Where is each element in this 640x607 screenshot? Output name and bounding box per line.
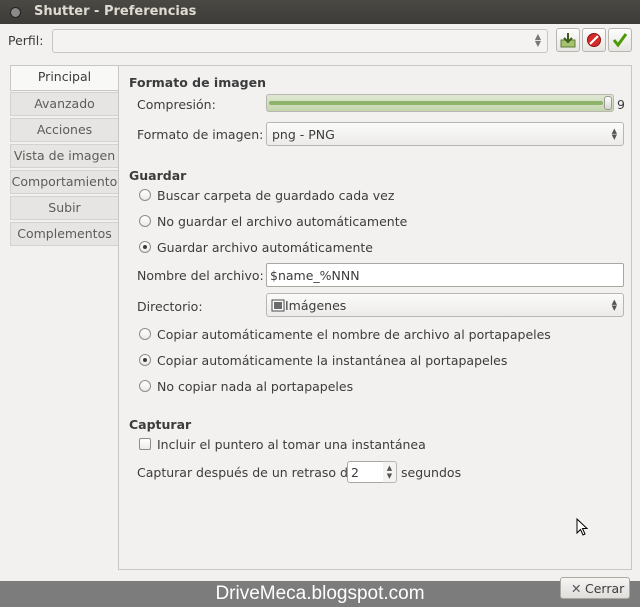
tab-avanzado[interactable]: Avanzado — [10, 92, 118, 116]
filename-input[interactable]: $name_%NNN — [266, 263, 624, 287]
tab-vista-de-imagen[interactable]: Vista de imagen — [10, 144, 118, 168]
title-bar: Shutter - Preferencias — [0, 0, 640, 24]
capture-section-title: Capturar — [129, 417, 192, 432]
radio-autosave[interactable] — [139, 241, 151, 253]
radio-no-autosave-label[interactable]: No guardar el archivo automáticamente — [157, 214, 407, 229]
save-profile-button[interactable] — [556, 28, 580, 52]
directory-chooser[interactable]: Imágenes ▲ ▼ — [266, 293, 624, 317]
folder-pictures-icon — [271, 299, 285, 312]
delete-profile-button[interactable] — [582, 28, 606, 52]
filename-value: $name_%NNN — [270, 268, 360, 283]
include-pointer-label[interactable]: Incluir el puntero al tomar una instantá… — [157, 437, 426, 452]
radio-autosave-label[interactable]: Guardar archivo automáticamente — [157, 240, 373, 255]
tab-subir[interactable]: Subir — [10, 196, 118, 220]
compression-value: 9 — [617, 97, 625, 112]
radio-ask-folder[interactable] — [139, 189, 151, 201]
compression-label: Compresión: — [137, 97, 216, 112]
radio-copy-image-label[interactable]: Copiar automáticamente la instantánea al… — [157, 353, 507, 368]
watermark-band: DriveMeca.blogspot.com — [0, 581, 640, 607]
filename-label: Nombre del archivo: — [137, 268, 264, 283]
compression-slider-fill — [269, 101, 603, 105]
profile-combo[interactable]: ▲ ▼ — [52, 29, 548, 53]
radio-ask-folder-label[interactable]: Buscar carpeta de guardado cada vez — [157, 188, 394, 203]
image-format-combo[interactable]: png - PNG ▲ ▼ — [266, 122, 624, 146]
delay-spin-input[interactable]: 2 — [347, 461, 384, 483]
radio-copy-filename-label[interactable]: Copiar automáticamente el nombre de arch… — [157, 327, 551, 342]
combo-arrows-icon: ▲ ▼ — [611, 298, 617, 312]
compression-slider-handle[interactable] — [604, 96, 612, 110]
compression-slider[interactable] — [266, 94, 614, 112]
checkmark-icon — [612, 33, 628, 48]
image-format-section-title: Formato de imagen — [129, 75, 267, 90]
delete-profile-icon — [587, 33, 601, 47]
watermark-text: DriveMeca.blogspot.com — [215, 583, 425, 604]
delay-unit-label: segundos — [401, 465, 462, 480]
combo-arrows-icon: ▲ ▼ — [534, 32, 541, 48]
mouse-pointer-icon — [576, 518, 588, 536]
include-pointer-checkbox[interactable] — [139, 438, 151, 450]
profile-label: Perfil: — [8, 33, 44, 48]
directory-label: Directorio: — [137, 299, 203, 314]
delay-label: Capturar después de un retraso de — [137, 465, 356, 480]
window-menu-icon[interactable] — [10, 7, 21, 18]
directory-value: Imágenes — [285, 298, 347, 313]
tab-complementos[interactable]: Complementos — [10, 222, 118, 246]
window-title: Shutter - Preferencias — [34, 4, 197, 19]
radio-copy-nothing-label[interactable]: No copiar nada al portapapeles — [157, 379, 353, 394]
close-button-label: Cerrar — [585, 581, 625, 596]
save-section-title: Guardar — [129, 168, 187, 183]
delay-spin-buttons[interactable]: ▲ ▼ — [383, 461, 397, 483]
tab-comportamiento[interactable]: Comportamiento — [10, 170, 118, 194]
radio-no-autosave[interactable] — [139, 215, 151, 227]
radio-copy-filename[interactable] — [139, 328, 151, 340]
close-icon: ✕ — [571, 581, 582, 596]
close-button[interactable]: ✕ Cerrar — [560, 577, 630, 599]
tab-acciones[interactable]: Acciones — [10, 118, 118, 142]
image-format-value: png - PNG — [272, 127, 335, 142]
delay-value: 2 — [351, 465, 359, 480]
radio-copy-nothing[interactable] — [139, 380, 151, 392]
apply-profile-button[interactable] — [608, 28, 632, 52]
radio-copy-image[interactable] — [139, 354, 151, 366]
image-format-label: Formato de imagen: — [137, 127, 264, 142]
save-profile-icon — [560, 33, 576, 48]
tab-principal[interactable]: Principal — [10, 65, 118, 91]
combo-arrows-icon: ▲ ▼ — [611, 127, 617, 141]
